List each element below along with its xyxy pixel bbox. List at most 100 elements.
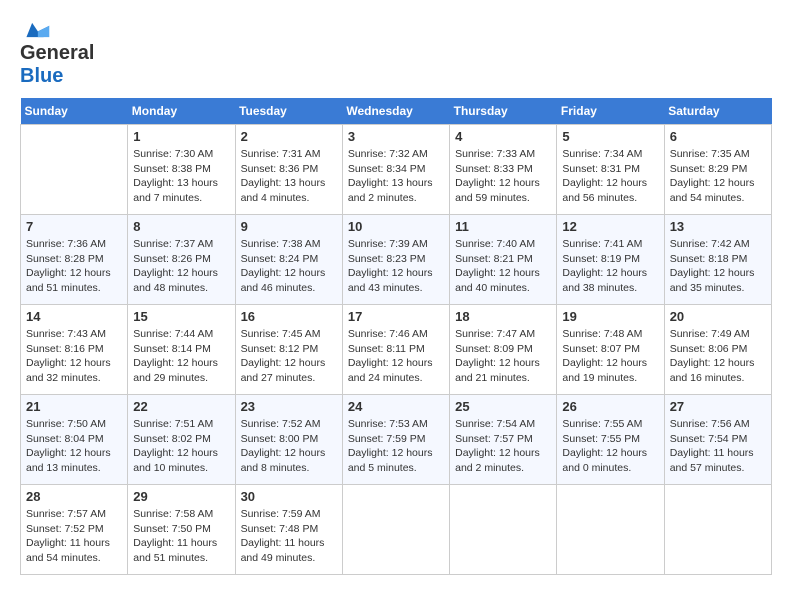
day-info: Sunrise: 7:37 AMSunset: 8:26 PMDaylight:…	[133, 237, 229, 296]
calendar-week-2: 14 Sunrise: 7:43 AMSunset: 8:16 PMDaylig…	[21, 305, 772, 395]
day-number: 1	[133, 129, 229, 144]
calendar-cell: 11 Sunrise: 7:40 AMSunset: 8:21 PMDaylig…	[450, 215, 557, 305]
day-header-thursday: Thursday	[450, 98, 557, 125]
calendar-cell: 5 Sunrise: 7:34 AMSunset: 8:31 PMDayligh…	[557, 125, 664, 215]
day-info: Sunrise: 7:49 AMSunset: 8:06 PMDaylight:…	[670, 327, 766, 386]
logo-text: General Blue	[20, 42, 94, 88]
day-number: 27	[670, 399, 766, 414]
calendar-cell: 10 Sunrise: 7:39 AMSunset: 8:23 PMDaylig…	[342, 215, 449, 305]
calendar-cell: 4 Sunrise: 7:33 AMSunset: 8:33 PMDayligh…	[450, 125, 557, 215]
day-info: Sunrise: 7:44 AMSunset: 8:14 PMDaylight:…	[133, 327, 229, 386]
day-number: 5	[562, 129, 658, 144]
day-number: 12	[562, 219, 658, 234]
day-number: 2	[241, 129, 337, 144]
day-number: 7	[26, 219, 122, 234]
day-number: 24	[348, 399, 444, 414]
calendar-cell: 14 Sunrise: 7:43 AMSunset: 8:16 PMDaylig…	[21, 305, 128, 395]
day-number: 10	[348, 219, 444, 234]
day-info: Sunrise: 7:55 AMSunset: 7:55 PMDaylight:…	[562, 417, 658, 476]
day-info: Sunrise: 7:57 AMSunset: 7:52 PMDaylight:…	[26, 507, 122, 566]
day-number: 25	[455, 399, 551, 414]
calendar-cell	[664, 485, 771, 575]
calendar-cell: 20 Sunrise: 7:49 AMSunset: 8:06 PMDaylig…	[664, 305, 771, 395]
day-header-tuesday: Tuesday	[235, 98, 342, 125]
day-number: 8	[133, 219, 229, 234]
day-number: 9	[241, 219, 337, 234]
day-number: 22	[133, 399, 229, 414]
day-number: 19	[562, 309, 658, 324]
day-info: Sunrise: 7:39 AMSunset: 8:23 PMDaylight:…	[348, 237, 444, 296]
calendar-cell: 13 Sunrise: 7:42 AMSunset: 8:18 PMDaylig…	[664, 215, 771, 305]
calendar-week-1: 7 Sunrise: 7:36 AMSunset: 8:28 PMDayligh…	[21, 215, 772, 305]
day-number: 18	[455, 309, 551, 324]
day-info: Sunrise: 7:54 AMSunset: 7:57 PMDaylight:…	[455, 417, 551, 476]
calendar-cell	[557, 485, 664, 575]
calendar-cell	[342, 485, 449, 575]
day-info: Sunrise: 7:48 AMSunset: 8:07 PMDaylight:…	[562, 327, 658, 386]
day-number: 30	[241, 489, 337, 504]
day-info: Sunrise: 7:51 AMSunset: 8:02 PMDaylight:…	[133, 417, 229, 476]
day-number: 28	[26, 489, 122, 504]
day-number: 16	[241, 309, 337, 324]
calendar-cell: 6 Sunrise: 7:35 AMSunset: 8:29 PMDayligh…	[664, 125, 771, 215]
logo-icon	[20, 20, 50, 40]
day-info: Sunrise: 7:41 AMSunset: 8:19 PMDaylight:…	[562, 237, 658, 296]
calendar-cell: 19 Sunrise: 7:48 AMSunset: 8:07 PMDaylig…	[557, 305, 664, 395]
day-info: Sunrise: 7:35 AMSunset: 8:29 PMDaylight:…	[670, 147, 766, 206]
day-info: Sunrise: 7:34 AMSunset: 8:31 PMDaylight:…	[562, 147, 658, 206]
day-number: 21	[26, 399, 122, 414]
calendar-week-3: 21 Sunrise: 7:50 AMSunset: 8:04 PMDaylig…	[21, 395, 772, 485]
day-info: Sunrise: 7:33 AMSunset: 8:33 PMDaylight:…	[455, 147, 551, 206]
day-number: 26	[562, 399, 658, 414]
day-info: Sunrise: 7:47 AMSunset: 8:09 PMDaylight:…	[455, 327, 551, 386]
calendar-cell: 1 Sunrise: 7:30 AMSunset: 8:38 PMDayligh…	[128, 125, 235, 215]
day-number: 4	[455, 129, 551, 144]
calendar-cell: 25 Sunrise: 7:54 AMSunset: 7:57 PMDaylig…	[450, 395, 557, 485]
day-info: Sunrise: 7:43 AMSunset: 8:16 PMDaylight:…	[26, 327, 122, 386]
calendar-cell: 9 Sunrise: 7:38 AMSunset: 8:24 PMDayligh…	[235, 215, 342, 305]
day-info: Sunrise: 7:52 AMSunset: 8:00 PMDaylight:…	[241, 417, 337, 476]
calendar-cell: 27 Sunrise: 7:56 AMSunset: 7:54 PMDaylig…	[664, 395, 771, 485]
calendar-cell: 23 Sunrise: 7:52 AMSunset: 8:00 PMDaylig…	[235, 395, 342, 485]
day-info: Sunrise: 7:42 AMSunset: 8:18 PMDaylight:…	[670, 237, 766, 296]
calendar-cell: 28 Sunrise: 7:57 AMSunset: 7:52 PMDaylig…	[21, 485, 128, 575]
page-header: General Blue	[20, 20, 772, 88]
day-number: 14	[26, 309, 122, 324]
calendar-week-4: 28 Sunrise: 7:57 AMSunset: 7:52 PMDaylig…	[21, 485, 772, 575]
logo: General Blue	[20, 20, 94, 88]
calendar-cell: 17 Sunrise: 7:46 AMSunset: 8:11 PMDaylig…	[342, 305, 449, 395]
day-header-saturday: Saturday	[664, 98, 771, 125]
calendar-header-row: SundayMondayTuesdayWednesdayThursdayFrid…	[21, 98, 772, 125]
calendar-cell: 8 Sunrise: 7:37 AMSunset: 8:26 PMDayligh…	[128, 215, 235, 305]
day-info: Sunrise: 7:45 AMSunset: 8:12 PMDaylight:…	[241, 327, 337, 386]
day-number: 23	[241, 399, 337, 414]
day-header-sunday: Sunday	[21, 98, 128, 125]
calendar-cell: 21 Sunrise: 7:50 AMSunset: 8:04 PMDaylig…	[21, 395, 128, 485]
calendar-cell: 15 Sunrise: 7:44 AMSunset: 8:14 PMDaylig…	[128, 305, 235, 395]
calendar-cell: 30 Sunrise: 7:59 AMSunset: 7:48 PMDaylig…	[235, 485, 342, 575]
day-number: 20	[670, 309, 766, 324]
day-info: Sunrise: 7:56 AMSunset: 7:54 PMDaylight:…	[670, 417, 766, 476]
day-number: 17	[348, 309, 444, 324]
day-number: 3	[348, 129, 444, 144]
day-info: Sunrise: 7:38 AMSunset: 8:24 PMDaylight:…	[241, 237, 337, 296]
calendar-cell: 3 Sunrise: 7:32 AMSunset: 8:34 PMDayligh…	[342, 125, 449, 215]
day-header-monday: Monday	[128, 98, 235, 125]
calendar-cell	[450, 485, 557, 575]
calendar-cell: 26 Sunrise: 7:55 AMSunset: 7:55 PMDaylig…	[557, 395, 664, 485]
calendar-cell	[21, 125, 128, 215]
calendar-cell: 2 Sunrise: 7:31 AMSunset: 8:36 PMDayligh…	[235, 125, 342, 215]
calendar-cell: 22 Sunrise: 7:51 AMSunset: 8:02 PMDaylig…	[128, 395, 235, 485]
day-info: Sunrise: 7:40 AMSunset: 8:21 PMDaylight:…	[455, 237, 551, 296]
day-info: Sunrise: 7:59 AMSunset: 7:48 PMDaylight:…	[241, 507, 337, 566]
calendar-week-0: 1 Sunrise: 7:30 AMSunset: 8:38 PMDayligh…	[21, 125, 772, 215]
day-header-wednesday: Wednesday	[342, 98, 449, 125]
day-info: Sunrise: 7:53 AMSunset: 7:59 PMDaylight:…	[348, 417, 444, 476]
calendar-cell: 7 Sunrise: 7:36 AMSunset: 8:28 PMDayligh…	[21, 215, 128, 305]
calendar-cell: 24 Sunrise: 7:53 AMSunset: 7:59 PMDaylig…	[342, 395, 449, 485]
day-number: 13	[670, 219, 766, 234]
calendar-table: SundayMondayTuesdayWednesdayThursdayFrid…	[20, 98, 772, 575]
calendar-cell: 12 Sunrise: 7:41 AMSunset: 8:19 PMDaylig…	[557, 215, 664, 305]
day-info: Sunrise: 7:58 AMSunset: 7:50 PMDaylight:…	[133, 507, 229, 566]
day-header-friday: Friday	[557, 98, 664, 125]
